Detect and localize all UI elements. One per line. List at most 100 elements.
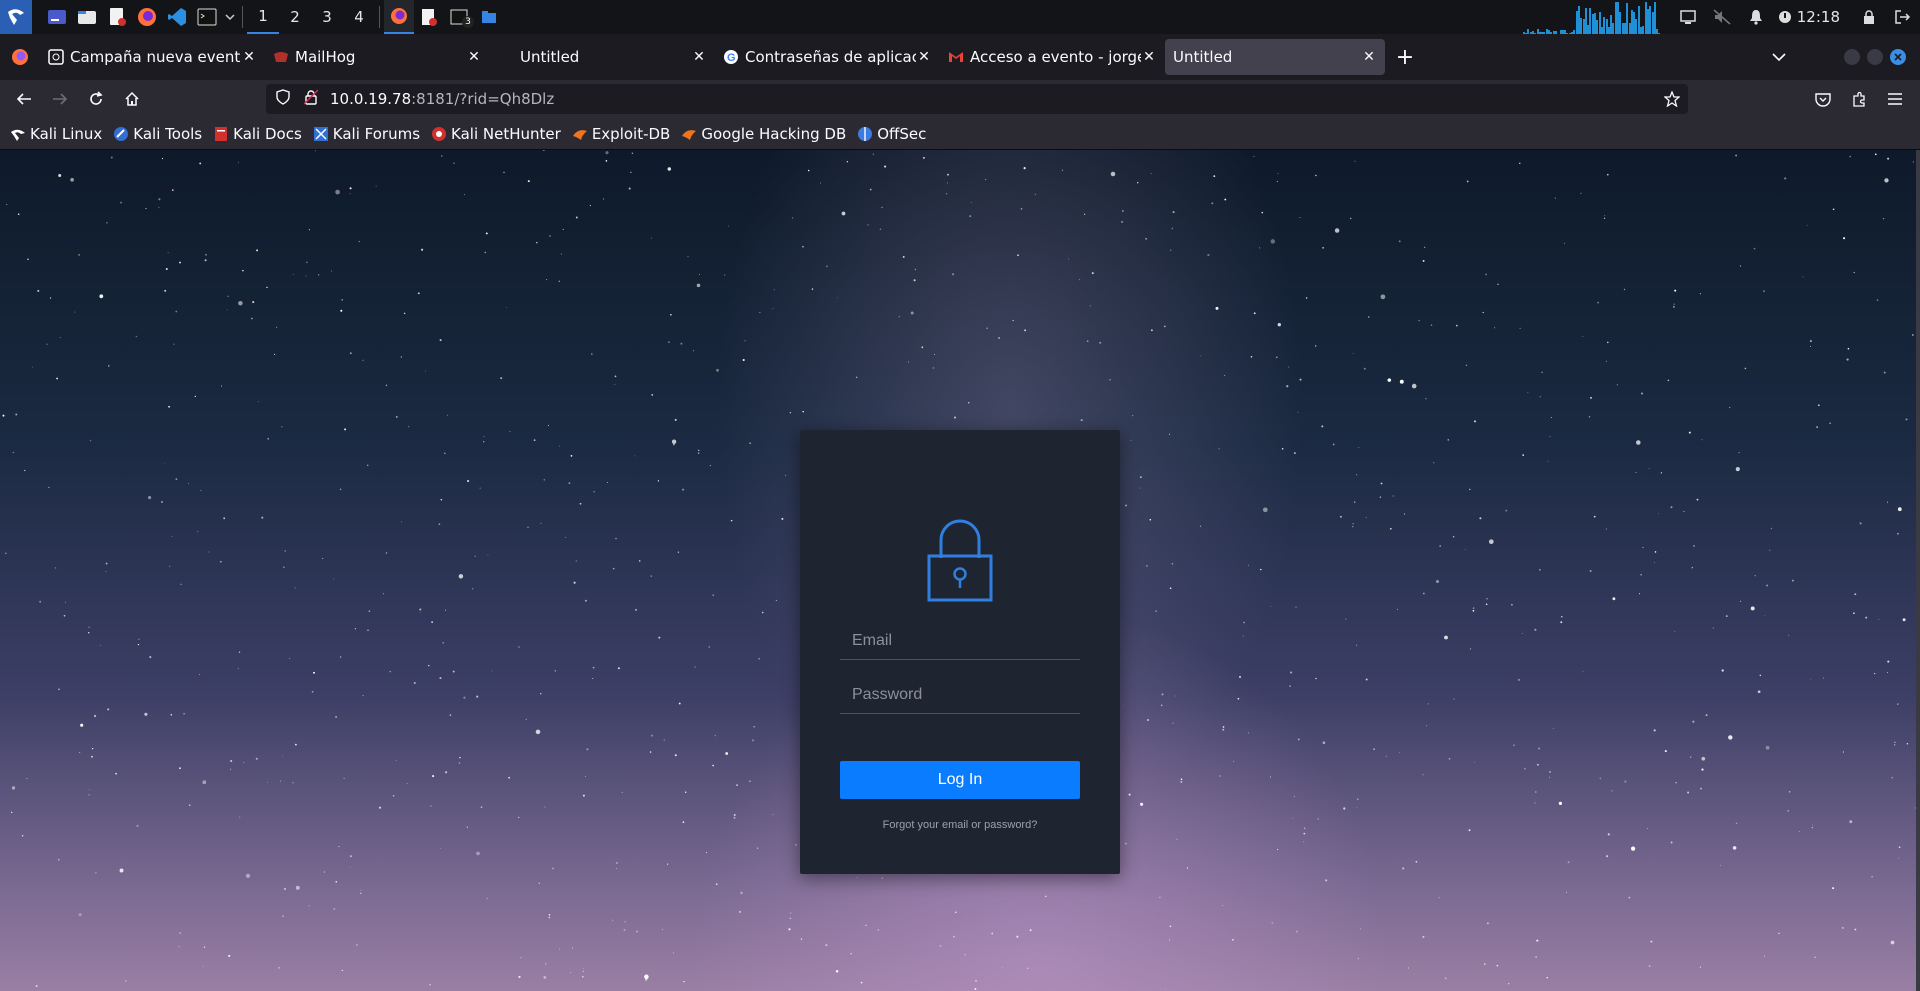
star [1124,842,1127,845]
star [1854,928,1857,931]
kali-menu-icon[interactable] [0,0,32,34]
star [1642,546,1644,549]
star [820,182,821,184]
forgot-password-link[interactable]: Forgot your email or password? [800,819,1120,831]
bookmark-exploit-db[interactable]: Exploit-DB [572,125,670,143]
bookmark-kali-nethunter[interactable]: Kali NetHunter [431,125,561,143]
workspace-2[interactable]: 2 [279,0,311,34]
star [1297,411,1299,413]
workspace-3[interactable]: 3 [311,0,343,34]
desktop-icon[interactable] [42,0,72,34]
star [197,530,199,532]
display-icon[interactable] [1671,0,1705,34]
tab-acceso-evento[interactable]: Acceso a evento - jorgees ✕ [940,39,1165,75]
volume-muted-icon[interactable] [1705,0,1739,34]
close-window-button[interactable] [1890,49,1906,65]
tab-untitled[interactable]: Untitled ✕ [490,39,715,75]
email-field[interactable] [840,622,1080,660]
star [687,256,689,258]
list-all-tabs-icon[interactable] [1764,42,1794,72]
tab-contrasenas[interactable]: G Contraseñas de aplicación ✕ [715,39,940,75]
star [1261,211,1264,214]
star [105,562,108,565]
pocket-icon[interactable] [1807,84,1839,114]
star [583,968,584,970]
star [1897,507,1902,512]
star [570,972,572,973]
star [582,976,584,978]
bookmark-kali-tools[interactable]: Kali Tools [113,125,202,143]
file-manager-icon[interactable] [72,0,102,34]
reload-button[interactable] [78,83,114,115]
star [621,791,623,793]
new-tab-button[interactable]: + [1385,39,1425,75]
insecure-lock-icon[interactable] [303,89,319,109]
tab-untitled-active[interactable]: Untitled ✕ [1165,39,1385,75]
star [612,567,615,570]
notifications-icon[interactable] [1739,0,1773,34]
shield-icon[interactable] [276,89,290,109]
lock-screen-icon[interactable] [1852,0,1886,34]
forward-button[interactable] [42,83,78,115]
bookmark-kali-forums[interactable]: Kali Forums [313,125,420,143]
star [1510,603,1513,606]
back-button[interactable] [6,83,42,115]
star [1874,153,1877,156]
logout-icon[interactable] [1886,0,1920,34]
cpu-graph [1522,0,1663,34]
tab-campana[interactable]: Campaña nueva evento - ✕ [40,39,265,75]
star [1611,790,1613,792]
close-tab-icon[interactable]: ✕ [916,49,932,65]
terminal-launcher-icon[interactable] [192,0,222,34]
page-scrollbar[interactable] [1916,150,1920,991]
close-tab-icon[interactable]: ✕ [691,49,707,65]
star [1474,420,1476,423]
star [251,317,253,320]
bookmark-kali-docs[interactable]: Kali Docs [213,125,302,143]
firefox-launcher-icon[interactable] [132,0,162,34]
bookmark-google-hacking-db[interactable]: Google Hacking DB [681,125,846,143]
terminal-window-icon[interactable]: 3 [444,0,474,34]
tab-mailhog[interactable]: MailHog ✕ [265,39,490,75]
star [1426,725,1428,727]
hamburger-menu-icon[interactable] [1879,84,1911,114]
editor-window-icon[interactable] [414,0,444,34]
star [955,911,957,914]
workspace-1[interactable]: 1 [247,0,279,34]
tab-title: Untitled [1173,48,1233,66]
minimize-window-button[interactable] [1844,49,1860,65]
maximize-window-button[interactable] [1867,49,1883,65]
star [921,346,924,349]
text-editor-icon[interactable] [102,0,132,34]
star [280,780,281,782]
star [385,384,388,386]
close-tab-icon[interactable]: ✕ [1361,49,1377,65]
chevron-down-icon[interactable] [222,0,238,34]
star [408,426,410,428]
star [749,442,751,444]
star [773,289,775,291]
star [1688,431,1691,434]
close-tab-icon[interactable]: ✕ [466,49,482,65]
url-text[interactable]: 10.0.19.78:8181/?rid=Qh8Dlz [330,90,554,108]
extensions-icon[interactable] [1843,84,1875,114]
bookmark-offsec[interactable]: OffSec [857,125,926,143]
home-button[interactable] [114,83,150,115]
workspace-4[interactable]: 4 [343,0,375,34]
password-field[interactable] [840,676,1080,714]
bookmark-kali-linux[interactable]: Kali Linux [10,125,102,143]
star [1424,246,1426,248]
firefox-window-icon[interactable] [384,0,414,34]
vscode-icon[interactable] [162,0,192,34]
star [237,162,239,164]
login-button[interactable]: Log In [840,761,1080,799]
url-bar[interactable]: 10.0.19.78:8181/?rid=Qh8Dlz [266,84,1688,114]
bookmark-star-icon[interactable] [1663,90,1681,111]
firefox-view-icon[interactable] [0,34,40,80]
tab-title: Untitled [520,48,580,66]
close-tab-icon[interactable]: ✕ [1141,49,1157,65]
folder-window-icon[interactable] [474,0,504,34]
power-icon[interactable] [1773,0,1797,34]
clock[interactable]: 12:18 [1797,8,1840,26]
close-tab-icon[interactable]: ✕ [241,49,257,65]
